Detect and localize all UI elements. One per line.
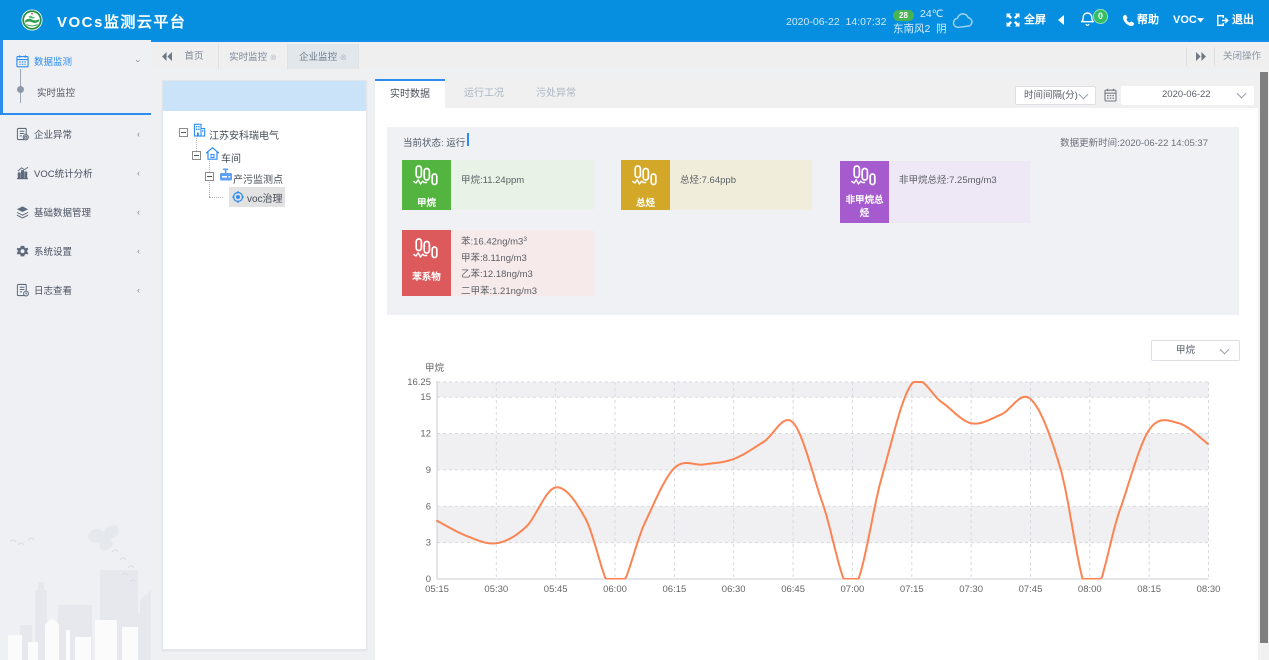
svg-text:3: 3 <box>426 538 431 549</box>
svg-text:06:30: 06:30 <box>722 584 746 595</box>
svg-text:07:15: 07:15 <box>900 584 924 595</box>
svg-text:07:00: 07:00 <box>841 584 865 595</box>
svg-text:07:45: 07:45 <box>1019 584 1043 595</box>
svg-text:06:15: 06:15 <box>663 584 687 595</box>
svg-text:05:45: 05:45 <box>544 584 568 595</box>
svg-text:05:30: 05:30 <box>484 584 508 595</box>
svg-text:16.25: 16.25 <box>407 377 431 388</box>
svg-text:15: 15 <box>420 392 431 403</box>
svg-text:08:30: 08:30 <box>1197 584 1221 595</box>
svg-text:06:45: 06:45 <box>781 584 805 595</box>
svg-text:9: 9 <box>426 465 431 476</box>
svg-text:12: 12 <box>420 429 431 440</box>
svg-text:05:15: 05:15 <box>425 584 449 595</box>
svg-text:08:00: 08:00 <box>1078 584 1102 595</box>
svg-text:07:30: 07:30 <box>959 584 983 595</box>
svg-text:08:15: 08:15 <box>1137 584 1161 595</box>
svg-text:06:00: 06:00 <box>603 584 627 595</box>
svg-text:6: 6 <box>426 501 431 512</box>
